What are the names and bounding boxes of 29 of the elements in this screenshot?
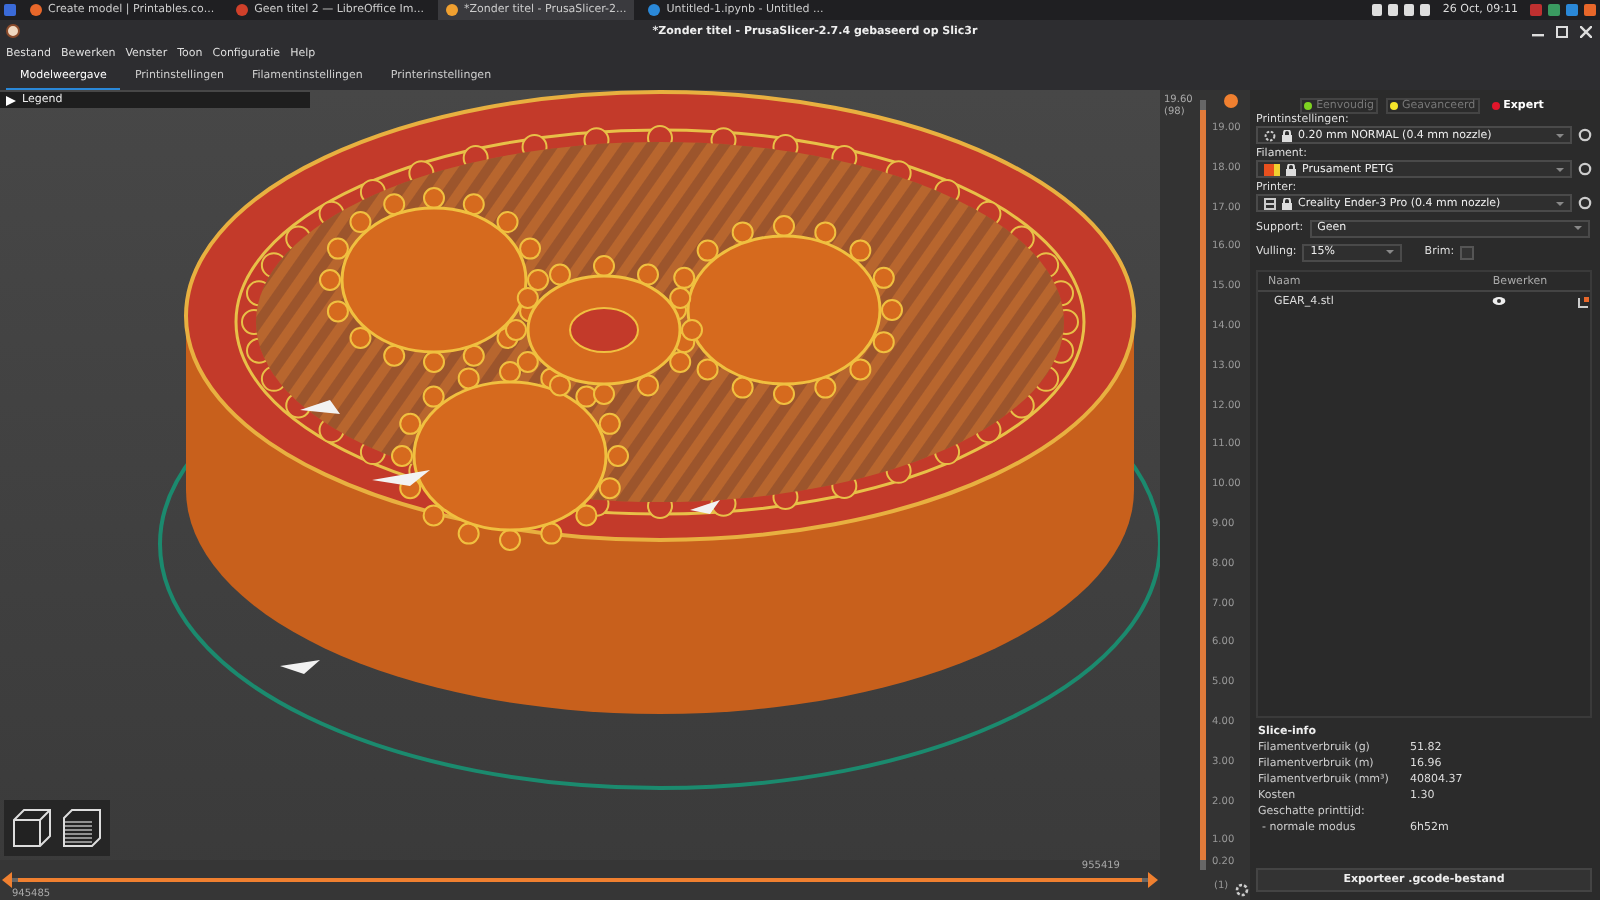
eye-icon[interactable] bbox=[1492, 296, 1506, 306]
caret-icon bbox=[1556, 167, 1564, 171]
slider-thumb[interactable] bbox=[1224, 94, 1238, 108]
maximize-icon bbox=[1556, 25, 1568, 37]
settings-icon[interactable] bbox=[1578, 162, 1592, 176]
close-button[interactable] bbox=[1578, 23, 1594, 39]
caret-icon bbox=[1573, 226, 1582, 230]
close-icon bbox=[1580, 25, 1592, 37]
settings-icon[interactable] bbox=[1578, 128, 1592, 142]
lock-icon bbox=[1282, 197, 1292, 209]
expand-icon bbox=[6, 95, 16, 105]
lock-icon bbox=[1286, 163, 1296, 175]
maximize-button[interactable] bbox=[1554, 23, 1570, 39]
caret-icon bbox=[1556, 201, 1564, 205]
3d-view-button[interactable] bbox=[10, 806, 54, 850]
app-logo-icon bbox=[6, 24, 20, 38]
layers-icon bbox=[60, 806, 104, 850]
settings-icon[interactable] bbox=[1234, 882, 1250, 898]
brim-checkbox[interactable] bbox=[1460, 245, 1475, 259]
caret-icon bbox=[1556, 133, 1564, 137]
color-swatch-icon bbox=[1264, 163, 1280, 175]
preview-button[interactable] bbox=[60, 806, 104, 850]
settings-icon[interactable] bbox=[1578, 196, 1592, 210]
printer-icon bbox=[1264, 197, 1276, 209]
gear-icon bbox=[1264, 129, 1276, 141]
cube-icon bbox=[10, 806, 54, 850]
lock-icon bbox=[1282, 129, 1292, 141]
edit-icon[interactable] bbox=[1578, 295, 1590, 307]
caret-icon bbox=[1386, 250, 1395, 254]
